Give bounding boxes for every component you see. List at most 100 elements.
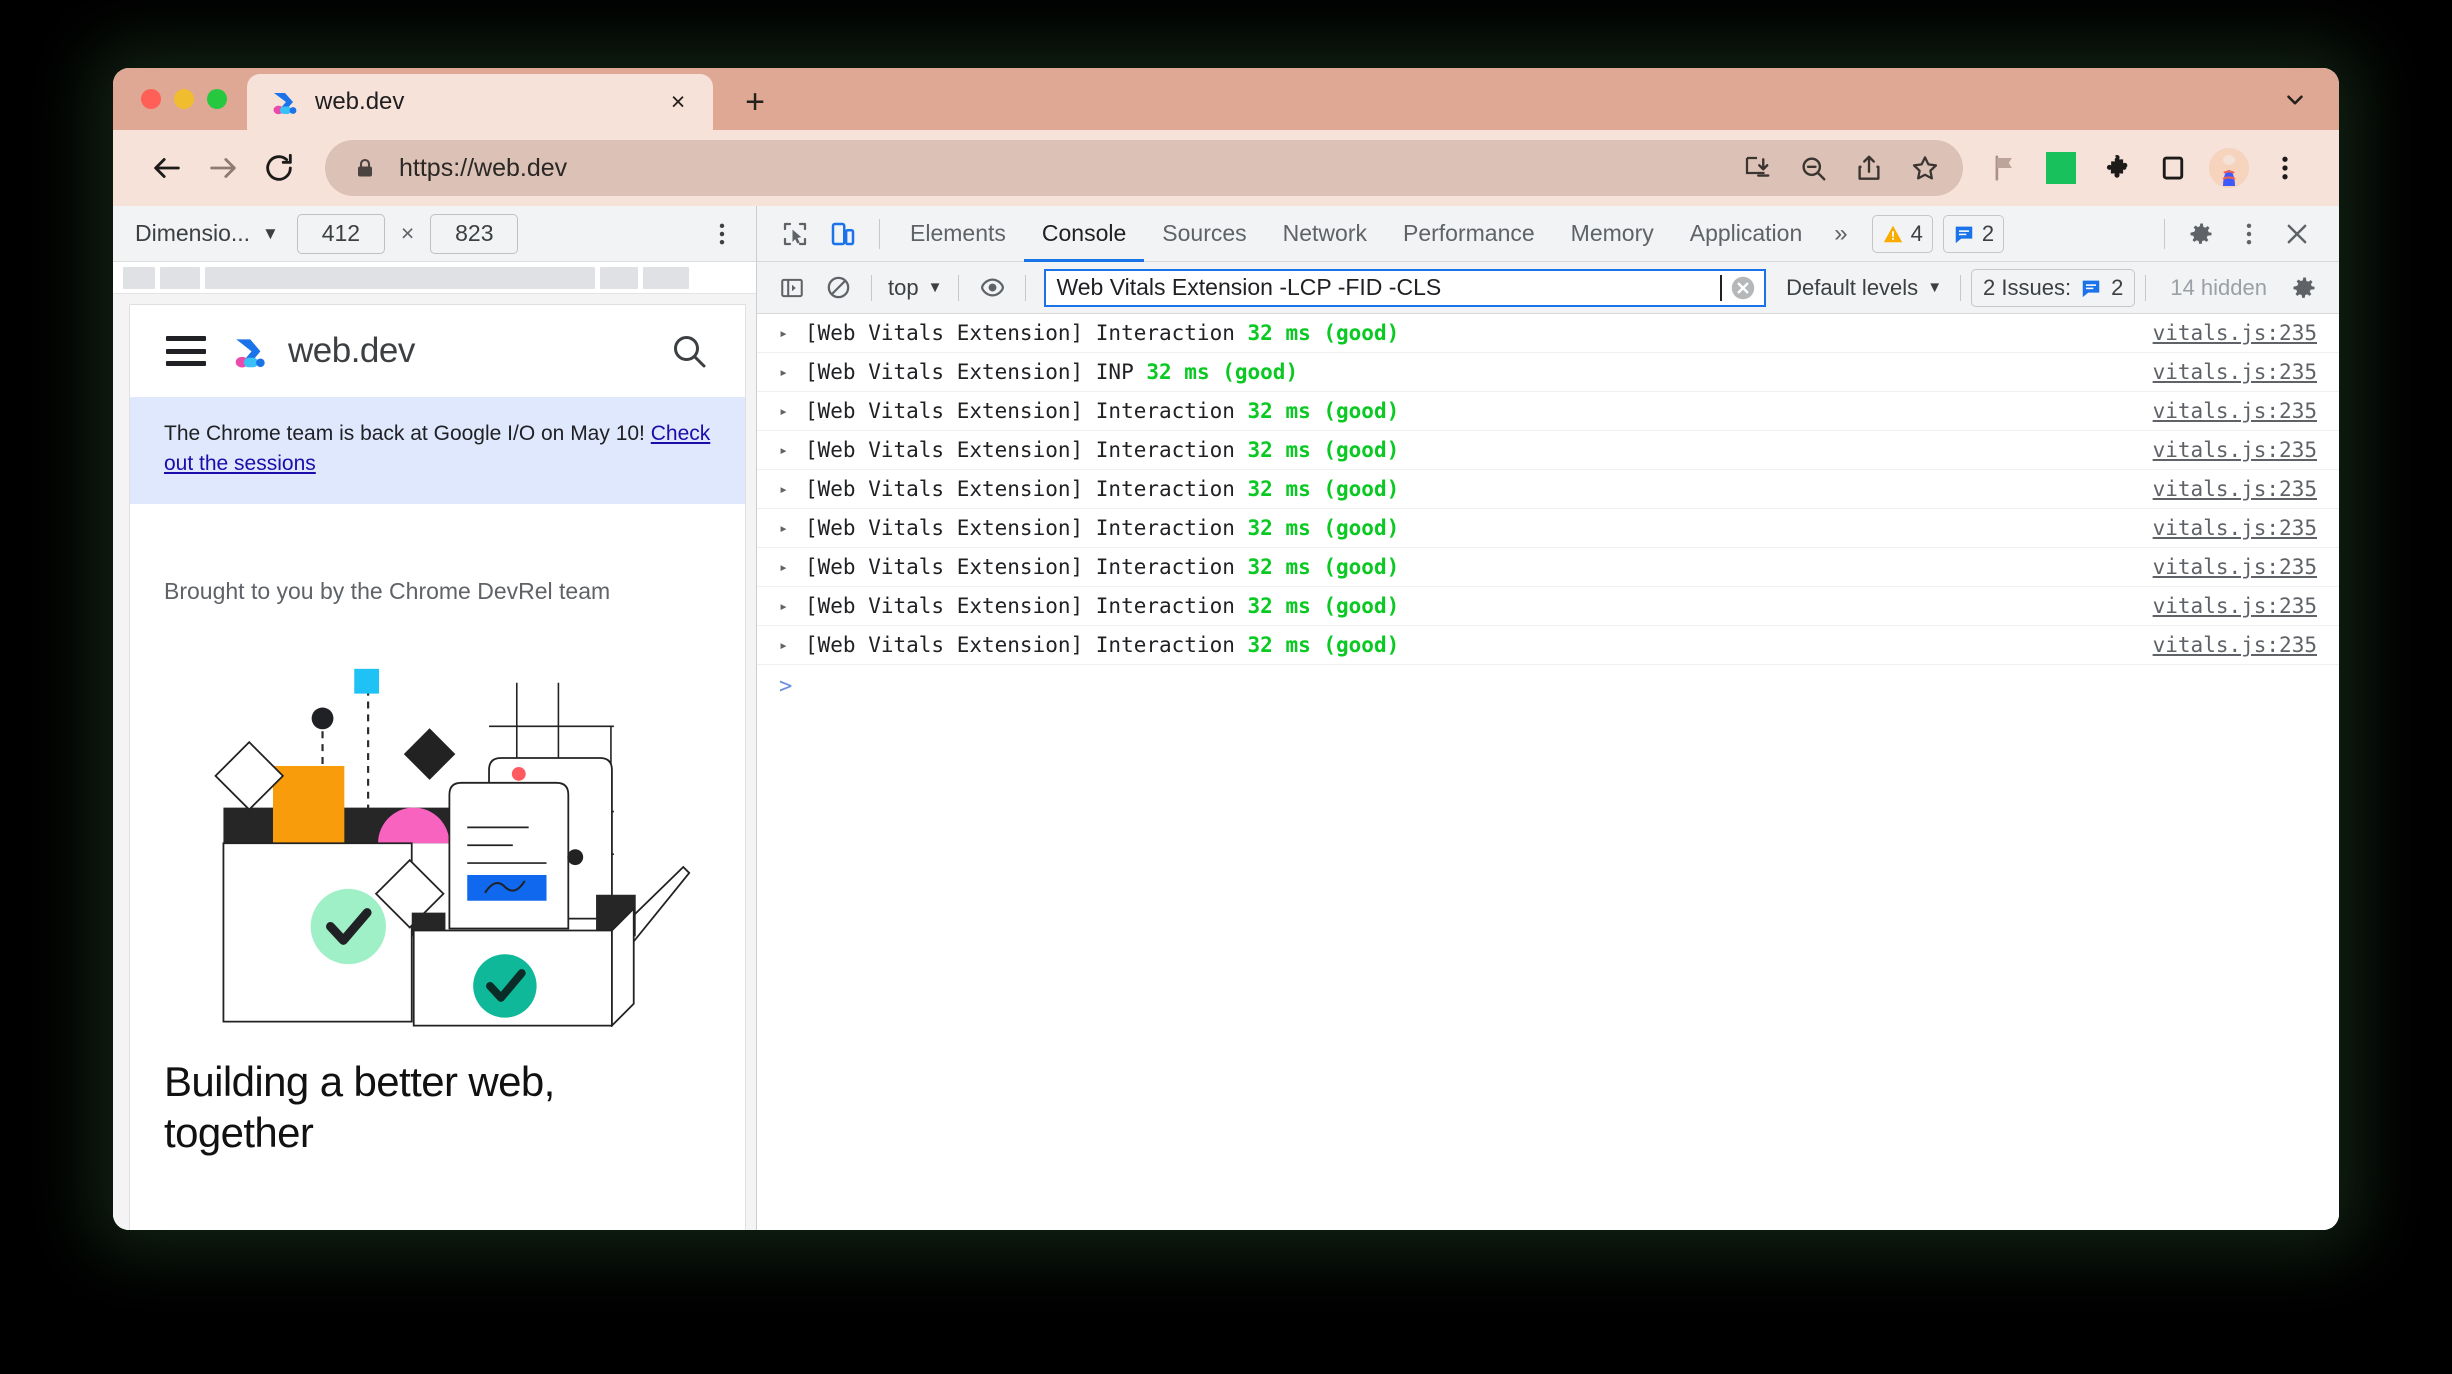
device-preset-label: Dimensio... [135, 220, 251, 246]
tab-console[interactable]: Console [1024, 206, 1144, 262]
console-message-row[interactable]: ▸ [Web Vitals Extension] INP 32 ms (good)… [757, 353, 2339, 392]
tab-network[interactable]: Network [1265, 206, 1385, 262]
device-height-input[interactable]: 823 [430, 213, 519, 254]
extensions-puzzle-icon[interactable] [2089, 140, 2145, 196]
address-bar-url[interactable]: https://web.dev [399, 154, 1729, 183]
chevron-down-icon[interactable] [2277, 82, 2313, 118]
browser-menu-icon[interactable] [2257, 140, 2313, 196]
eye-icon[interactable] [969, 268, 1015, 308]
console-issues-badge[interactable]: 2 Issues: 2 [1971, 268, 2136, 307]
flag-icon[interactable] [1977, 140, 2033, 196]
console-message-row[interactable]: ▸ [Web Vitals Extension] Interaction 32 m… [757, 509, 2339, 548]
device-toolbar-icon[interactable] [819, 212, 867, 256]
window-close-button[interactable] [141, 89, 161, 109]
console-message-source-link[interactable]: vitals.js:235 [2153, 555, 2317, 579]
close-icon[interactable] [2273, 212, 2321, 256]
share-icon[interactable] [1841, 140, 1897, 196]
expand-arrow-icon[interactable]: ▸ [779, 636, 805, 654]
expand-arrow-icon[interactable]: ▸ [779, 597, 805, 615]
web-vitals-extension-icon[interactable] [2033, 140, 2089, 196]
tab-strip: web.dev × + [113, 68, 2339, 130]
issues-count-toolbar: 2 [1981, 220, 1995, 246]
zoom-out-icon[interactable] [1785, 140, 1841, 196]
issues-badge-toolbar[interactable]: 2 [1942, 214, 2005, 253]
side-panel-icon[interactable] [2145, 140, 2201, 196]
gear-icon[interactable] [2281, 268, 2327, 308]
console-message-source-link[interactable]: vitals.js:235 [2153, 633, 2317, 657]
back-arrow-icon[interactable] [139, 140, 195, 196]
expand-arrow-icon[interactable]: ▸ [779, 480, 805, 498]
execution-context-selector[interactable]: top ▼ [882, 275, 948, 301]
console-message-metric: 32 ms (good) [1247, 555, 1400, 579]
window-maximize-button[interactable] [207, 89, 227, 109]
toolbar-divider [871, 274, 872, 301]
tab-application[interactable]: Application [1672, 206, 1821, 262]
forward-arrow-icon[interactable] [195, 140, 251, 196]
console-message-source-link[interactable]: vitals.js:235 [2153, 594, 2317, 618]
tab-performance[interactable]: Performance [1385, 206, 1553, 262]
toolbar-divider [879, 218, 880, 249]
expand-arrow-icon[interactable]: ▸ [779, 558, 805, 576]
tab-close-icon[interactable]: × [663, 87, 693, 117]
bookmark-star-icon[interactable] [1897, 140, 1953, 196]
console-message-row[interactable]: ▸ [Web Vitals Extension] Interaction 32 m… [757, 314, 2339, 353]
expand-arrow-icon[interactable]: ▸ [779, 402, 805, 420]
console-sidebar-icon[interactable] [769, 268, 815, 308]
console-message-row[interactable]: ▸ [Web Vitals Extension] Interaction 32 m… [757, 548, 2339, 587]
console-message-row[interactable]: ▸ [Web Vitals Extension] Interaction 32 m… [757, 431, 2339, 470]
console-prompt-row[interactable]: > [757, 665, 2339, 707]
console-message-row[interactable]: ▸ [Web Vitals Extension] Interaction 32 m… [757, 392, 2339, 431]
console-message-source-link[interactable]: vitals.js:235 [2153, 477, 2317, 501]
expand-arrow-icon[interactable]: ▸ [779, 324, 805, 342]
expand-arrow-icon[interactable]: ▸ [779, 519, 805, 537]
browser-tab-web-dev[interactable]: web.dev × [247, 74, 713, 130]
console-message-row[interactable]: ▸ [Web Vitals Extension] Interaction 32 m… [757, 470, 2339, 509]
log-levels-selector[interactable]: Default levels ▼ [1778, 275, 1950, 301]
toolbar-divider [958, 274, 960, 301]
console-message-prefix: [Web Vitals Extension] Interaction [805, 594, 1248, 618]
inspect-element-icon[interactable] [771, 212, 819, 256]
device-width-input[interactable]: 412 [296, 213, 385, 254]
console-message-list[interactable]: ▸ [Web Vitals Extension] Interaction 32 m… [757, 314, 2339, 1230]
kebab-menu-icon[interactable] [702, 214, 742, 254]
text-cursor [1720, 274, 1723, 301]
console-message-source-link[interactable]: vitals.js:235 [2153, 438, 2317, 462]
window-minimize-button[interactable] [174, 89, 194, 109]
console-message-source-link[interactable]: vitals.js:235 [2153, 516, 2317, 540]
install-icon[interactable] [1729, 140, 1785, 196]
address-bar[interactable]: https://web.dev [325, 140, 1963, 196]
web-dev-logo-icon[interactable] [228, 333, 270, 369]
console-message-row[interactable]: ▸ [Web Vitals Extension] Interaction 32 m… [757, 587, 2339, 626]
tab-memory[interactable]: Memory [1553, 206, 1672, 262]
more-tabs-icon[interactable]: » [1820, 206, 1861, 262]
warnings-badge[interactable]: 4 [1871, 214, 1933, 253]
console-message-prefix: [Web Vitals Extension] Interaction [805, 516, 1248, 540]
device-viewport[interactable]: web.dev The Chrome team is back at Googl… [129, 304, 746, 1230]
tab-sources[interactable]: Sources [1144, 206, 1264, 262]
console-message-row[interactable]: ▸ [Web Vitals Extension] Interaction 32 m… [757, 626, 2339, 665]
device-preset-selector[interactable]: Dimensio... ▼ [135, 220, 279, 247]
console-message-source-link[interactable]: vitals.js:235 [2153, 321, 2317, 345]
gear-icon[interactable] [2177, 212, 2225, 256]
tab-elements[interactable]: Elements [892, 206, 1024, 262]
profile-avatar[interactable] [2201, 140, 2257, 196]
expand-arrow-icon[interactable]: ▸ [779, 441, 805, 459]
console-message-text: [Web Vitals Extension] Interaction 32 ms… [805, 633, 2153, 657]
console-message-source-link[interactable]: vitals.js:235 [2153, 360, 2317, 384]
clear-console-icon[interactable] [815, 268, 861, 308]
console-message-metric: 32 ms (good) [1247, 477, 1400, 501]
hamburger-menu-icon[interactable] [166, 336, 206, 366]
reload-icon[interactable] [251, 140, 307, 196]
new-tab-button[interactable]: + [735, 82, 775, 122]
console-filter-toolbar: top ▼ Web Vitals Extension -LCP -FID -CL… [757, 262, 2339, 314]
web-dev-wordmark[interactable]: web.dev [288, 331, 415, 371]
console-filter-input[interactable]: Web Vitals Extension -LCP -FID -CLS [1044, 268, 1767, 307]
expand-arrow-icon[interactable]: ▸ [779, 363, 805, 381]
kebab-menu-icon[interactable] [2225, 212, 2273, 256]
lock-icon [351, 154, 379, 182]
console-message-source-link[interactable]: vitals.js:235 [2153, 399, 2317, 423]
search-icon[interactable] [669, 331, 709, 371]
console-message-text: [Web Vitals Extension] Interaction 32 ms… [805, 399, 2153, 423]
clear-input-icon[interactable] [1728, 273, 1758, 303]
announcement-banner-text: The Chrome team is back at Google I/O on… [164, 422, 651, 445]
